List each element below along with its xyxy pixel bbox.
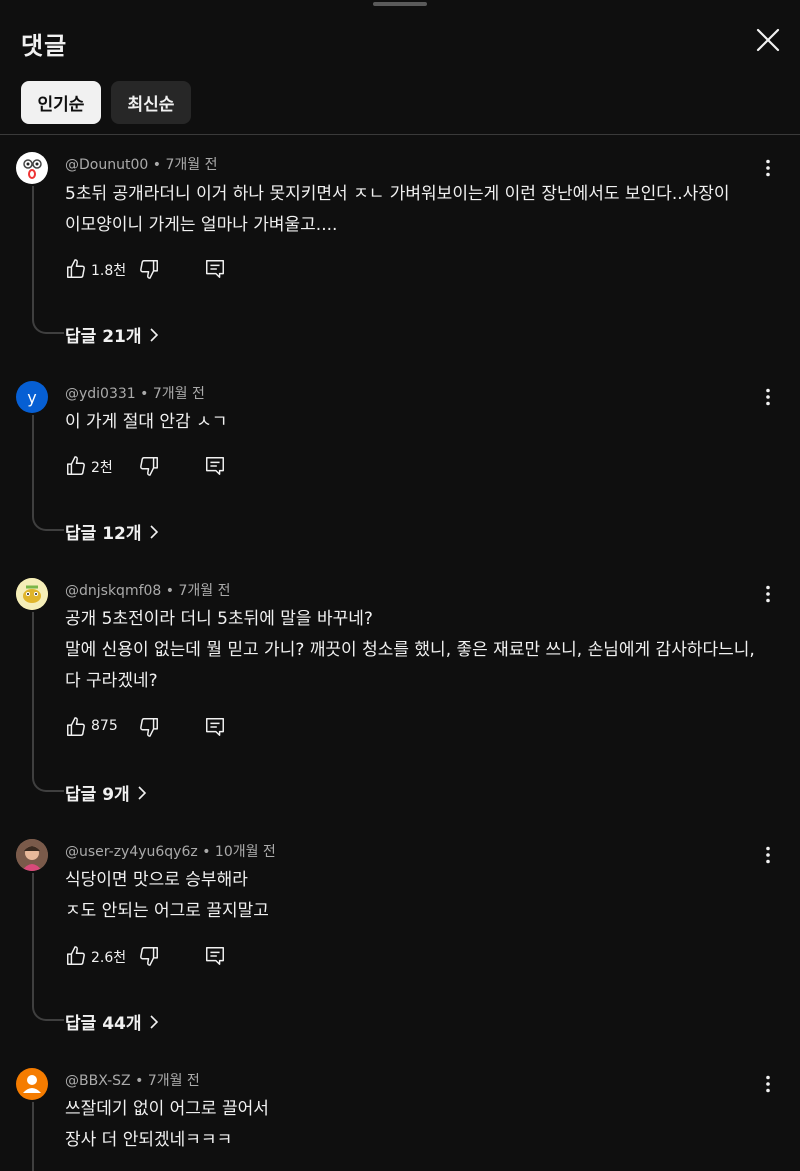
reply-button[interactable]	[204, 945, 226, 967]
comment-reply-icon	[206, 260, 224, 278]
comment-time: 7개월 전	[152, 386, 205, 402]
comment-reply-icon	[206, 457, 224, 475]
avatar[interactable]	[16, 152, 48, 184]
like-count: 1.8천	[91, 263, 127, 279]
comment-line: ㅈ도 안되는 어그로 끌지말고	[65, 901, 269, 921]
chevron-right-icon	[138, 785, 146, 800]
close-button[interactable]	[752, 24, 784, 56]
thumbs-up-icon	[67, 946, 85, 965]
comment-time: 7개월 전	[165, 157, 218, 173]
more-vert-icon	[766, 1075, 770, 1093]
like-count: 875	[91, 718, 118, 734]
comment-text: 공개 5초전이라 더니 5초뒤에 말을 바꾸네? 말에 신용이 없는데 뭘 믿고…	[65, 604, 770, 697]
comment-line: 이모양이니 가게는 얼마나 가벼울고....	[65, 215, 338, 235]
default-user-icon	[23, 1075, 41, 1093]
comment-line: 다 구라겠네?	[65, 671, 158, 691]
chevron-right-icon	[149, 1014, 158, 1029]
comments-header: 댓글	[0, 0, 800, 80]
dislike-button[interactable]	[138, 258, 160, 280]
more-options-button[interactable]	[756, 843, 780, 867]
comment-line: 식당이면 맛으로 승부해라	[65, 870, 248, 890]
more-vert-icon	[766, 159, 770, 177]
thumbs-down-icon	[140, 718, 158, 737]
more-options-button[interactable]	[756, 385, 780, 409]
comment-text: 식당이면 맛으로 승부해라 ㅈ도 안되는 어그로 끌지말고	[65, 865, 770, 927]
sort-newest-chip[interactable]: 최신순	[111, 81, 191, 124]
comment-meta: @dnjskqmf08 • 7개월 전	[65, 583, 231, 599]
view-replies-button[interactable]: 답글 21개	[65, 322, 160, 347]
replies-count: 답글 44개	[65, 1014, 142, 1034]
dislike-button[interactable]	[138, 455, 160, 477]
comment-meta: @Dounut00 • 7개월 전	[65, 157, 218, 173]
view-replies-button[interactable]: 답글 9개	[65, 780, 148, 805]
avatar[interactable]	[16, 578, 48, 610]
more-options-button[interactable]	[756, 1072, 780, 1096]
comment-time: 10개월 전	[214, 844, 276, 860]
thread-line	[32, 1102, 64, 1171]
thumbs-down-icon	[140, 947, 158, 966]
like-button[interactable]	[65, 455, 87, 477]
avatar[interactable]	[16, 1068, 48, 1100]
comment-text: 쓰잘데기 없이 어그로 끌어서 장사 더 안되겠네ㅋㅋㅋ	[65, 1094, 770, 1156]
author-handle[interactable]: @dnjskqmf08	[65, 583, 161, 599]
more-options-button[interactable]	[756, 156, 780, 180]
reply-button[interactable]	[204, 258, 226, 280]
like-count: 2.6천	[91, 950, 127, 966]
thumbs-up-icon	[67, 456, 85, 475]
more-vert-icon	[766, 585, 770, 603]
comment-reply-icon	[206, 947, 224, 965]
more-options-button[interactable]	[756, 582, 780, 606]
like-button[interactable]	[65, 716, 87, 738]
thread-line	[32, 873, 64, 1021]
thumbs-up-icon	[67, 259, 85, 278]
chevron-right-icon	[149, 327, 158, 342]
avatar[interactable]: y	[16, 381, 48, 413]
close-icon	[756, 28, 780, 52]
author-handle[interactable]: @ydi0331	[65, 386, 136, 402]
comment-time: 7개월 전	[147, 1073, 200, 1089]
author-handle[interactable]: @user-zy4yu6qy6z	[65, 844, 198, 860]
comment-text: 이 가게 절대 안감 ㅅㄱ	[65, 407, 770, 438]
dislike-button[interactable]	[138, 716, 160, 738]
like-button[interactable]	[65, 258, 87, 280]
more-vert-icon	[766, 846, 770, 864]
comment-line: 이 가게 절대 안감 ㅅㄱ	[65, 412, 228, 432]
divider	[0, 134, 800, 135]
comment-line: 장사 더 안되겠네ㅋㅋㅋ	[65, 1130, 233, 1150]
view-replies-button[interactable]: 답글 44개	[65, 1009, 160, 1034]
comment-text: 5초뒤 공개라더니 이거 하나 못지키면서 ㅈㄴ 가벼워보이는게 이런 장난에서…	[65, 179, 770, 241]
thumbs-down-icon	[140, 260, 158, 279]
replies-count: 답글 9개	[65, 785, 130, 805]
chevron-right-icon	[149, 524, 158, 539]
thread-line	[32, 415, 64, 531]
like-button[interactable]	[65, 945, 87, 967]
author-handle[interactable]: @Dounut00	[65, 157, 148, 173]
thread-line	[32, 186, 64, 334]
comment-meta: @ydi0331 • 7개월 전	[65, 386, 205, 402]
page-title: 댓글	[21, 32, 68, 60]
comment-time: 7개월 전	[178, 583, 231, 599]
comment-meta: @user-zy4yu6qy6z • 10개월 전	[65, 844, 276, 860]
thread-line	[32, 612, 64, 792]
author-handle[interactable]: @BBX-SZ	[65, 1073, 131, 1089]
thumbs-up-icon	[67, 717, 85, 736]
comment-line: 쓰잘데기 없이 어그로 끌어서	[65, 1099, 269, 1119]
comment-line: 말에 신용이 없는데 뭘 믿고 가니? 깨끗이 청소를 했니, 좋은 재료만 쓰…	[65, 640, 755, 660]
more-vert-icon	[766, 388, 770, 406]
replies-count: 답글 12개	[65, 524, 142, 544]
avatar-letter: y	[27, 387, 37, 407]
like-count: 2천	[91, 460, 113, 476]
view-replies-button[interactable]: 답글 12개	[65, 519, 160, 544]
replies-count: 답글 21개	[65, 327, 142, 347]
reply-button[interactable]	[204, 455, 226, 477]
dislike-button[interactable]	[138, 945, 160, 967]
comment-line: 공개 5초전이라 더니 5초뒤에 말을 바꾸네?	[65, 609, 373, 629]
reply-button[interactable]	[204, 716, 226, 738]
thumbs-down-icon	[140, 457, 158, 476]
sort-popular-chip[interactable]: 인기순	[21, 81, 101, 124]
avatar[interactable]	[16, 839, 48, 871]
comment-reply-icon	[206, 718, 224, 736]
comment-line: 5초뒤 공개라더니 이거 하나 못지키면서 ㅈㄴ 가벼워보이는게 이런 장난에서…	[65, 184, 730, 204]
comment-meta: @BBX-SZ • 7개월 전	[65, 1073, 200, 1089]
